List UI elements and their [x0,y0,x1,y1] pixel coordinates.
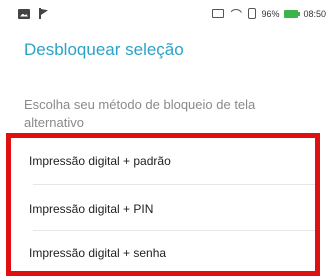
divider [33,230,315,231]
page-title: Desbloquear seleção [24,40,184,59]
status-bar: 96% 08:50 [0,0,330,28]
page-description: Escolha seu método de bloqueio de tela a… [24,97,256,130]
wifi-icon [229,9,243,19]
option-fingerprint-pattern[interactable]: Impressão digital + padrão [29,154,171,168]
option-fingerprint-password[interactable]: Impressão digital + senha [29,246,166,260]
image-icon [18,8,30,19]
battery-icon [284,9,301,18]
phone-icon [248,8,257,19]
flag-icon [38,8,48,19]
cast-icon [212,9,225,18]
divider [33,184,315,185]
clock: 08:50 [303,8,326,19]
battery-percentage: 96% [261,8,280,19]
lock-options-highlight: Impressão digital + padrão Impressão dig… [6,133,320,276]
option-fingerprint-pin[interactable]: Impressão digital + PIN [29,202,153,216]
